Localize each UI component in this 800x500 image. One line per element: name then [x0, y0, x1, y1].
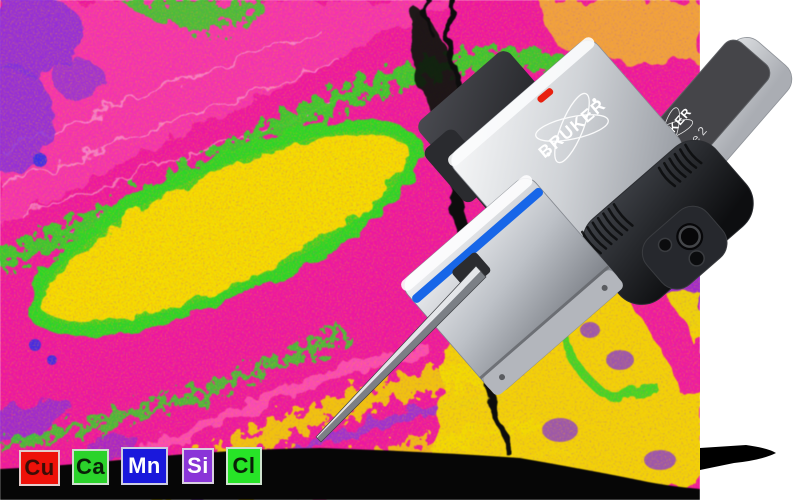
scene-canvas: BRUKER XTrace 2 BRUKER	[0, 0, 800, 500]
pointer-arrow	[700, 445, 776, 470]
hero-image: BRUKER XTrace 2 BRUKER	[0, 0, 800, 500]
